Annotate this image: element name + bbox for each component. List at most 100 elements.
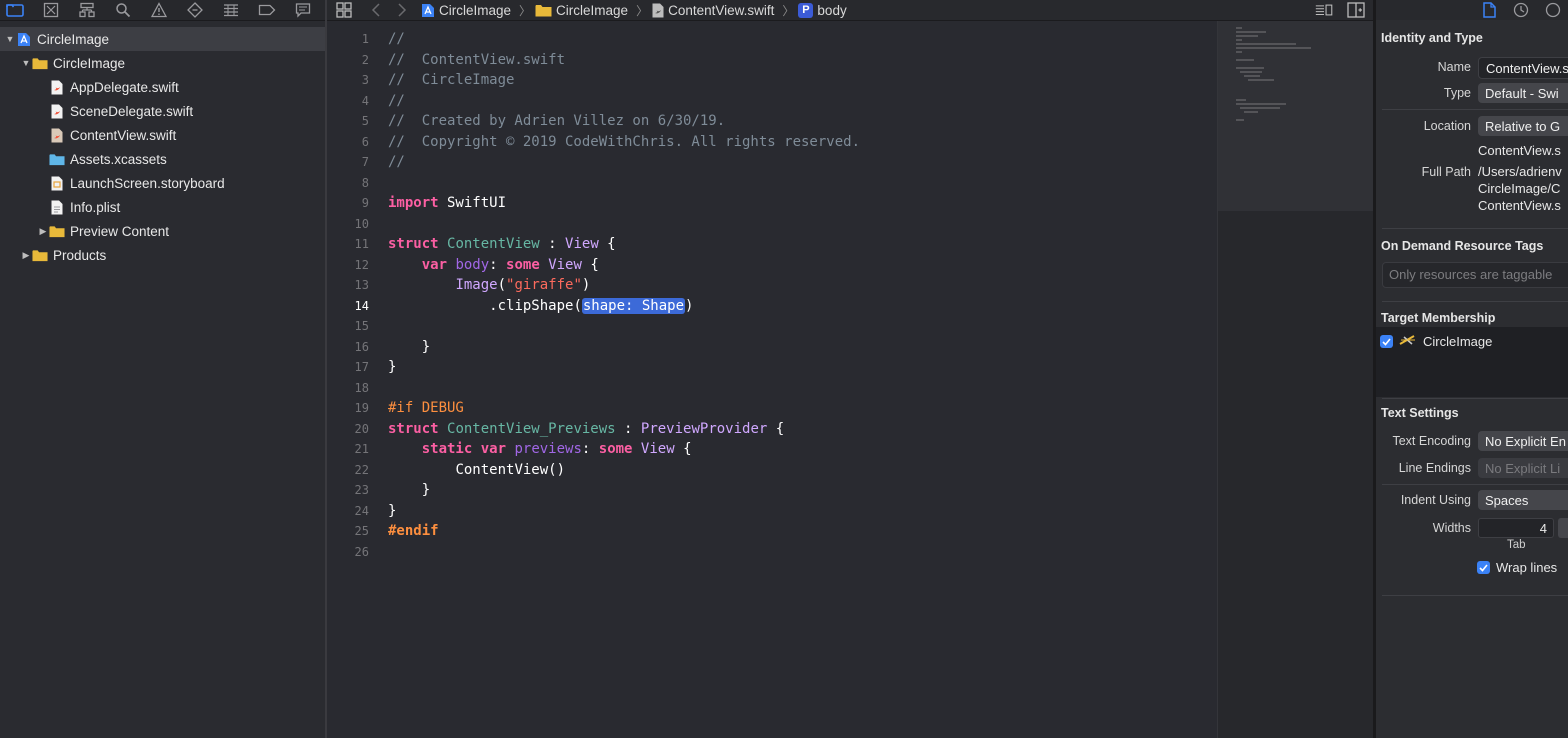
tree-item-launchscreen[interactable]: LaunchScreen.storyboard [0, 171, 325, 195]
history-inspector-icon[interactable] [1512, 2, 1530, 18]
target-row[interactable]: CircleImage [1380, 333, 1492, 350]
punctuation: : [489, 256, 507, 273]
string-literal: "giraffe" [506, 277, 582, 293]
tree-item-label: Products [53, 247, 107, 263]
keyword: struct [388, 420, 439, 437]
tree-item-infoplist[interactable]: Info.plist [0, 195, 325, 219]
folder-icon [535, 4, 552, 16]
text-encoding-popup[interactable]: No Explicit En [1478, 431, 1568, 451]
tab-width-stepper[interactable] [1558, 518, 1568, 538]
jump-bar: CircleImage 〉 CircleImage 〉 ContentView.… [327, 0, 1375, 21]
target-checkbox[interactable] [1380, 335, 1393, 348]
related-items-icon[interactable] [335, 2, 353, 18]
location-popup[interactable]: Relative to G [1478, 116, 1568, 136]
tree-item-products[interactable]: ▶ Products [0, 243, 325, 267]
line-number: 17 [354, 360, 369, 374]
widths-label: Widths [1432, 521, 1471, 535]
target-name: CircleImage [1423, 334, 1493, 349]
tab-caption: Tab [1507, 539, 1526, 551]
folder-icon [49, 224, 65, 238]
folder-navigator-icon[interactable] [6, 2, 24, 18]
search-icon[interactable] [114, 2, 132, 18]
type-popup[interactable]: Default - Swi [1478, 83, 1568, 103]
text-encoding-label: Text Encoding [1392, 434, 1471, 448]
code-line-brace: } [388, 502, 397, 519]
code-line-clipshape: .clipShape(shape: Shape) [388, 296, 693, 316]
tree-item-preview-content[interactable]: ▶ Preview Content [0, 219, 325, 243]
plist-icon [49, 200, 65, 214]
file-tree: ▼ CircleImage ▼ CircleImage AppDelegate.… [0, 27, 325, 267]
chevron-right-icon: 〉 [636, 3, 649, 18]
property-icon: P [798, 2, 814, 18]
disclosure-open-icon[interactable]: ▼ [4, 34, 16, 44]
swift-file-icon [49, 104, 65, 118]
quick-help-icon[interactable] [1544, 2, 1562, 18]
punctuation: ) [685, 297, 694, 314]
type-reference: View [640, 441, 675, 457]
tree-item-label: Assets.xcassets [70, 151, 167, 167]
module-name: SwiftUI [438, 195, 507, 211]
wrap-lines-option[interactable]: Wrap lines [1477, 560, 1557, 575]
folder-icon [32, 248, 48, 262]
property-name: body [455, 256, 490, 273]
code-line-image: Image("giraffe") [388, 275, 590, 295]
tree-item-label: SceneDelegate.swift [70, 103, 194, 119]
breadcrumb-group[interactable]: CircleImage [535, 3, 628, 18]
source-control-navigator-icon[interactable] [42, 2, 60, 18]
debug-navigator-icon[interactable] [222, 2, 240, 18]
minimap-line [1236, 43, 1296, 45]
minimap-visible-region[interactable] [1218, 21, 1374, 211]
keyword: var [480, 441, 507, 457]
line-number: 18 [354, 380, 369, 395]
file-inspector-icon[interactable] [1480, 2, 1498, 18]
disclosure-closed-icon[interactable]: ▶ [37, 226, 49, 237]
tree-item-assets[interactable]: Assets.xcassets [0, 147, 325, 171]
add-editor-icon[interactable] [1347, 2, 1365, 18]
storyboard-icon [49, 176, 65, 190]
minimap-line [1236, 31, 1266, 33]
tab-width-field[interactable]: 4 [1478, 518, 1554, 538]
code-line-import: import SwiftUI [388, 193, 506, 213]
symbol-navigator-icon[interactable] [78, 2, 96, 18]
report-navigator-icon[interactable] [294, 2, 312, 18]
chevron-right-icon: 〉 [519, 3, 532, 18]
swift-file-icon [652, 3, 664, 17]
tree-item-appdelegate[interactable]: AppDelegate.swift [0, 75, 325, 99]
line-number: 16 [354, 339, 369, 354]
line-number: 5 [361, 114, 369, 128]
breadcrumb-project[interactable]: CircleImage [421, 3, 511, 18]
type-reference: View [548, 256, 582, 273]
code-placeholder[interactable]: shape: Shape [581, 297, 686, 314]
line-endings-popup[interactable]: No Explicit Li [1478, 458, 1568, 478]
line-number: 10 [354, 216, 369, 231]
minimap[interactable] [1217, 21, 1374, 738]
adjust-editor-options-icon[interactable] [1315, 2, 1333, 18]
code-line-struct: struct ContentView_Previews : PreviewPro… [388, 419, 784, 439]
indent-using-popup[interactable]: Spaces [1478, 490, 1568, 510]
tree-item-project[interactable]: ▼ CircleImage [0, 27, 325, 51]
breakpoint-navigator-icon[interactable] [258, 2, 276, 18]
tree-item-group-circleimage[interactable]: ▼ CircleImage [0, 51, 325, 75]
disclosure-open-icon[interactable]: ▼ [20, 58, 32, 68]
tree-item-contentview[interactable]: ContentView.swift [0, 123, 325, 147]
tree-item-scenedelegate[interactable]: SceneDelegate.swift [0, 99, 325, 123]
minimap-line [1240, 71, 1262, 73]
indent-using-label: Indent Using [1400, 493, 1471, 507]
minimap-line [1236, 51, 1242, 53]
line-number: 13 [354, 278, 369, 292]
name-field[interactable]: ContentView.s [1478, 57, 1568, 79]
disclosure-closed-icon[interactable]: ▶ [20, 250, 32, 261]
divider [1382, 484, 1568, 485]
test-navigator-icon[interactable] [186, 2, 204, 18]
wrap-lines-label: Wrap lines [1496, 560, 1558, 575]
forward-icon[interactable] [393, 2, 411, 18]
wrap-lines-checkbox[interactable] [1477, 561, 1490, 574]
breadcrumb-symbol[interactable]: P body [798, 2, 847, 18]
breadcrumb-file[interactable]: ContentView.swift [652, 3, 774, 18]
back-icon[interactable] [367, 2, 385, 18]
minimap-line [1236, 103, 1286, 105]
issue-navigator-icon[interactable] [150, 2, 168, 18]
source-editor[interactable]: 1 2 3 4 5 6 7 8 9 10 11 12 13 14 15 16 1… [327, 21, 1217, 738]
type-reference: View [565, 236, 599, 252]
type-reference: PreviewProvider [640, 420, 768, 437]
